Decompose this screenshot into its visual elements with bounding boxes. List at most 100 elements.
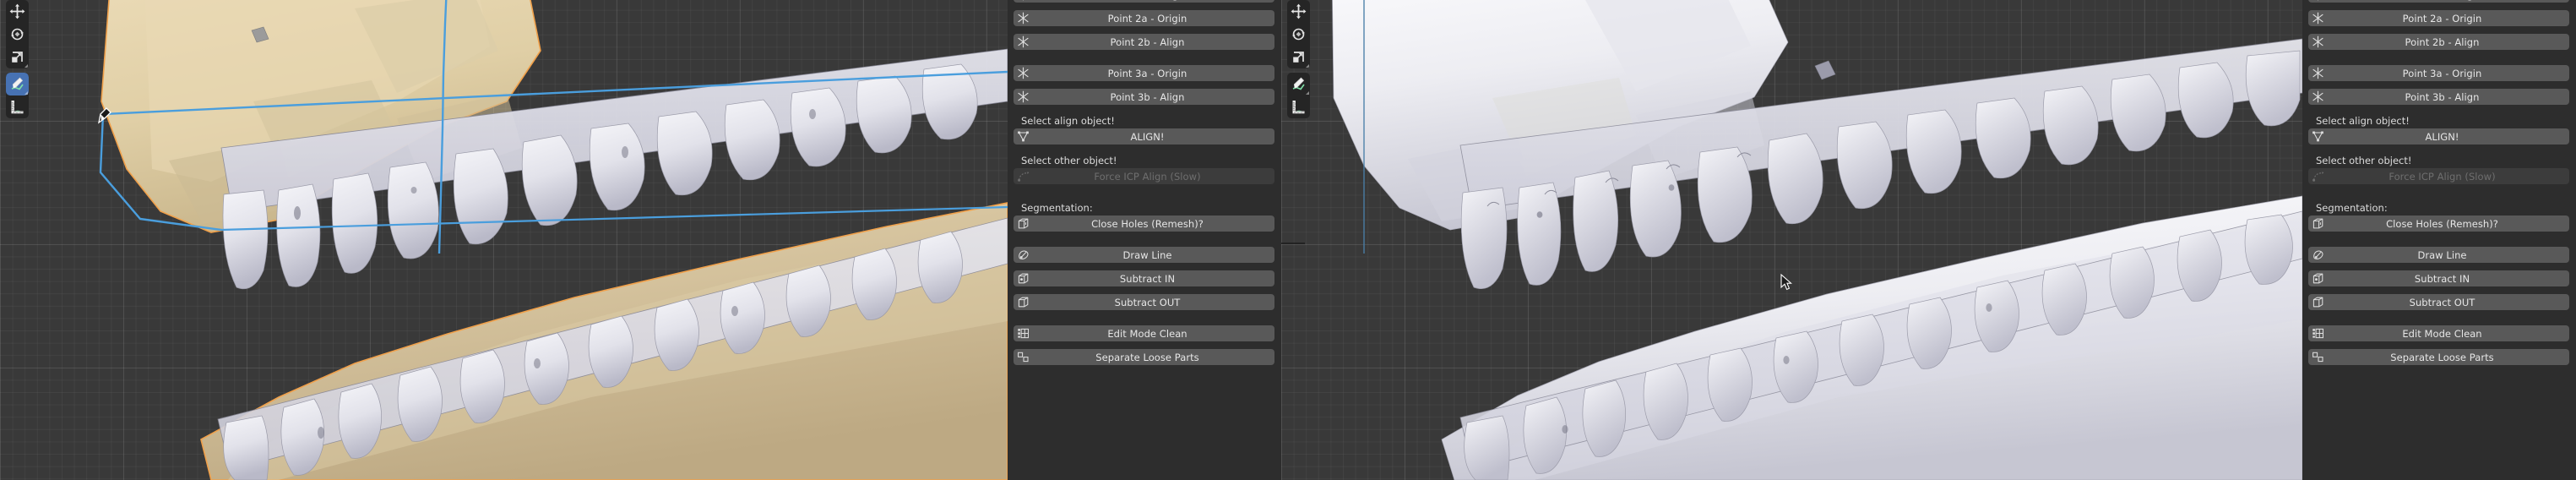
panel-button-label: Point 2a - Origin [2402, 12, 2482, 25]
point-2b-align-button[interactable]: Point 2b - Align [2308, 34, 2569, 50]
panel-button-label: ALIGN! [1130, 130, 1165, 143]
annotate-tool-icon [11, 77, 24, 90]
tool-move[interactable] [6, 0, 29, 23]
edit-mode-clean-button[interactable]: Edit Mode Clean [1014, 325, 1274, 341]
snap-point-icon [2317, 0, 2318, 1]
align-button[interactable]: ALIGN! [1014, 128, 1274, 145]
close-holes-remesh-button[interactable]: Close Holes (Remesh)? [1014, 215, 1274, 232]
align-button[interactable]: ALIGN! [2308, 128, 2569, 145]
icp-path-icon [1014, 168, 1031, 184]
force-icp-align-slow-button: Force ICP Align (Slow) [1014, 168, 1274, 184]
panel-button-label: Force ICP Align (Slow) [2389, 170, 2496, 183]
panel-button-label: Edit Mode Clean [1107, 327, 1187, 340]
point-2a-origin-button[interactable]: Point 2a - Origin [2308, 10, 2569, 26]
viewport-toolbar-left[interactable] [6, 0, 29, 123]
tool-scale[interactable] [1287, 46, 1310, 68]
subtract-in-icon [2312, 273, 2323, 284]
subtract-out-icon [2309, 294, 2326, 310]
panel-row: Point 2b - Align [2308, 34, 2569, 50]
panel-row: Edit Mode Clean [2308, 325, 2569, 341]
tool-scale[interactable] [6, 46, 29, 68]
panel-button-label: Close Holes (Remesh)? [1091, 217, 1204, 230]
draw-line-button[interactable]: Draw Line [2308, 247, 2569, 263]
panel-row: Close Holes (Remesh)? [1014, 215, 1274, 232]
panel-row: Point 2b - Align [1014, 34, 1274, 50]
panel-button-label: Close Holes (Remesh)? [2386, 217, 2498, 230]
draw-line-icon [2309, 247, 2326, 263]
tool-annotate[interactable] [6, 73, 29, 95]
viewport-right[interactable] [1281, 0, 2302, 480]
close-holes-remesh-button[interactable]: Close Holes (Remesh)? [2308, 215, 2569, 232]
tool-rotate[interactable] [1287, 23, 1310, 46]
transform-tool-group[interactable] [6, 0, 29, 68]
separate-icon [1014, 349, 1031, 365]
panel-row: Point 3b - Align [2308, 89, 2569, 105]
panel-rows-right: Point 1b - Align Point 2a - Origin Point… [2302, 0, 2576, 373]
point-3b-align-button[interactable]: Point 3b - Align [2308, 89, 2569, 105]
separate-icon [2312, 352, 2323, 363]
annotate-tool-group[interactable] [6, 73, 29, 118]
panel-row: Subtract OUT [1014, 294, 1274, 310]
subtract-in-button[interactable]: Subtract IN [2308, 270, 2569, 286]
draw-line-icon [2312, 250, 2323, 259]
measure-tool-icon [11, 101, 24, 114]
panel-spacer [1008, 192, 1281, 199]
annotate-tool-group-2[interactable] [1287, 73, 1310, 118]
edit-mode-icon [1017, 328, 1029, 339]
subtract-in-icon [1014, 270, 1031, 286]
panel-row: Point 1b - Align [1014, 0, 1274, 3]
side-panel-right[interactable]: Point 1b - Align Point 2a - Origin Point… [2302, 0, 2576, 480]
panel-button-label: Subtract IN [1119, 272, 1176, 285]
edit-mode-clean-button[interactable]: Edit Mode Clean [2308, 325, 2569, 341]
snap-point-icon [1014, 65, 1031, 81]
close-holes-icon [2312, 218, 2323, 229]
snap-point-icon [2312, 67, 2323, 79]
tool-move[interactable] [1287, 0, 1310, 23]
dental-mesh-left [99, 0, 1008, 480]
subtract-out-button[interactable]: Subtract OUT [2308, 294, 2569, 310]
viewport-toolbar-right[interactable] [1287, 0, 1310, 123]
panel-status-text: Select other object! [2316, 154, 2412, 166]
point-2a-origin-button[interactable]: Point 2a - Origin [1014, 10, 1274, 26]
snap-point-icon [1014, 0, 1031, 3]
side-panel-left[interactable]: Point 1b - Align Point 2a - Origin Point… [1008, 0, 1281, 480]
point-1b-align-button[interactable]: Point 1b - Align [1014, 0, 1274, 3]
viewport-left[interactable] [0, 0, 1008, 480]
tool-annotate[interactable] [1287, 73, 1310, 95]
edit-mode-icon [1014, 325, 1031, 341]
panel-button-label: Subtract IN [2414, 272, 2470, 285]
tool-measure[interactable] [1287, 95, 1310, 118]
point-2b-align-button[interactable]: Point 2b - Align [1014, 34, 1274, 50]
panel-status-text: Segmentation: [2316, 201, 2388, 214]
scale-tool-icon [12, 52, 23, 63]
subtract-in-button[interactable]: Subtract IN [1014, 270, 1274, 286]
panel-button-label: Point 2b - Align [2405, 35, 2480, 48]
subtract-out-button[interactable]: Subtract OUT [1014, 294, 1274, 310]
draw-line-button[interactable]: Draw Line [1014, 247, 1274, 263]
tool-rotate[interactable] [6, 23, 29, 46]
panel-button-label: Draw Line [1122, 248, 1172, 261]
draw-line-icon [1014, 247, 1031, 263]
separate-loose-parts-button[interactable]: Separate Loose Parts [1014, 349, 1274, 365]
force-icp-align-slow-button: Force ICP Align (Slow) [2308, 168, 2569, 184]
tool-corner-indicator [24, 64, 28, 68]
snap-point-icon [2309, 0, 2326, 3]
edit-mode-icon [2312, 328, 2323, 339]
tool-measure[interactable] [6, 95, 29, 118]
panel-status-text: Select align object! [2316, 114, 2410, 127]
move-tool-icon [9, 3, 25, 19]
point-3b-align-button[interactable]: Point 3b - Align [1014, 89, 1274, 105]
transform-tool-group-2[interactable] [1287, 0, 1310, 68]
subtract-out-icon [1018, 297, 1028, 308]
panel-button-label: Point 1b - Align [2308, 0, 2569, 1]
panel-spacer [1008, 318, 1281, 325]
separate-loose-parts-button[interactable]: Separate Loose Parts [2308, 349, 2569, 365]
point-3a-origin-button[interactable]: Point 3a - Origin [1014, 65, 1274, 81]
panel-button-label: Point 3a - Origin [2402, 67, 2482, 79]
tool-corner-indicator [1306, 91, 1309, 95]
snap-point-icon [2309, 89, 2326, 105]
scale-tool-icon [1293, 52, 1304, 63]
point-3a-origin-button[interactable]: Point 3a - Origin [2308, 65, 2569, 81]
point-1b-align-button[interactable]: Point 1b - Align [2308, 0, 2569, 3]
mesh-align-icon [2309, 128, 2326, 145]
